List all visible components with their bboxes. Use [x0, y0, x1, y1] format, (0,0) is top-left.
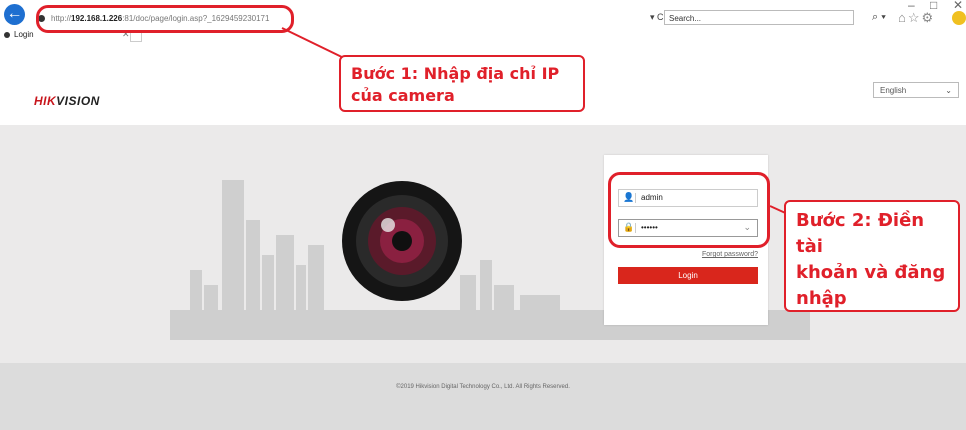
- search-input[interactable]: Search...: [664, 10, 854, 25]
- refresh-button[interactable]: ▾ C: [650, 12, 664, 23]
- copyright-text: ©2019 Hikvision Digital Technology Co., …: [396, 384, 570, 390]
- hikvision-logo: HIKVISION: [34, 94, 100, 108]
- step1-callout: Bước 1: Nhập địa chỉ IP của camera: [339, 55, 585, 112]
- star-icon[interactable]: ☆: [908, 10, 922, 25]
- forgot-password-link[interactable]: Forgot password?: [702, 251, 758, 258]
- login-highlight-ring: [608, 172, 770, 248]
- step2-callout: Bước 2: Điền tài khoản và đăng nhập: [784, 200, 960, 312]
- gear-icon[interactable]: ⚙: [922, 10, 936, 25]
- chevron-down-icon: ⌄: [945, 86, 952, 95]
- step2-line3: nhập: [796, 288, 847, 309]
- step2-line2: khoản và đăng: [796, 262, 946, 283]
- tab-title: Login: [14, 30, 34, 39]
- url-highlight-ring: [36, 5, 294, 33]
- back-arrow-icon[interactable]: ←: [4, 4, 25, 25]
- step2-line1: Bước 2: Điền tài: [796, 210, 925, 257]
- home-icon[interactable]: ⌂: [898, 10, 908, 25]
- language-select[interactable]: English ⌄: [873, 82, 959, 98]
- step1-line1: Bước 1: Nhập địa chỉ IP: [351, 64, 560, 83]
- feedback-icon[interactable]: [952, 11, 966, 25]
- search-go-button[interactable]: ⌕ ▾: [872, 11, 886, 24]
- language-value: English: [880, 86, 907, 95]
- camera-lens: [342, 181, 462, 301]
- tab-favicon: [4, 31, 10, 38]
- login-button[interactable]: Login: [618, 267, 758, 284]
- step1-line2: của camera: [351, 86, 455, 105]
- footer: [0, 363, 966, 430]
- toolbar-icons: ⌂☆⚙: [898, 10, 935, 26]
